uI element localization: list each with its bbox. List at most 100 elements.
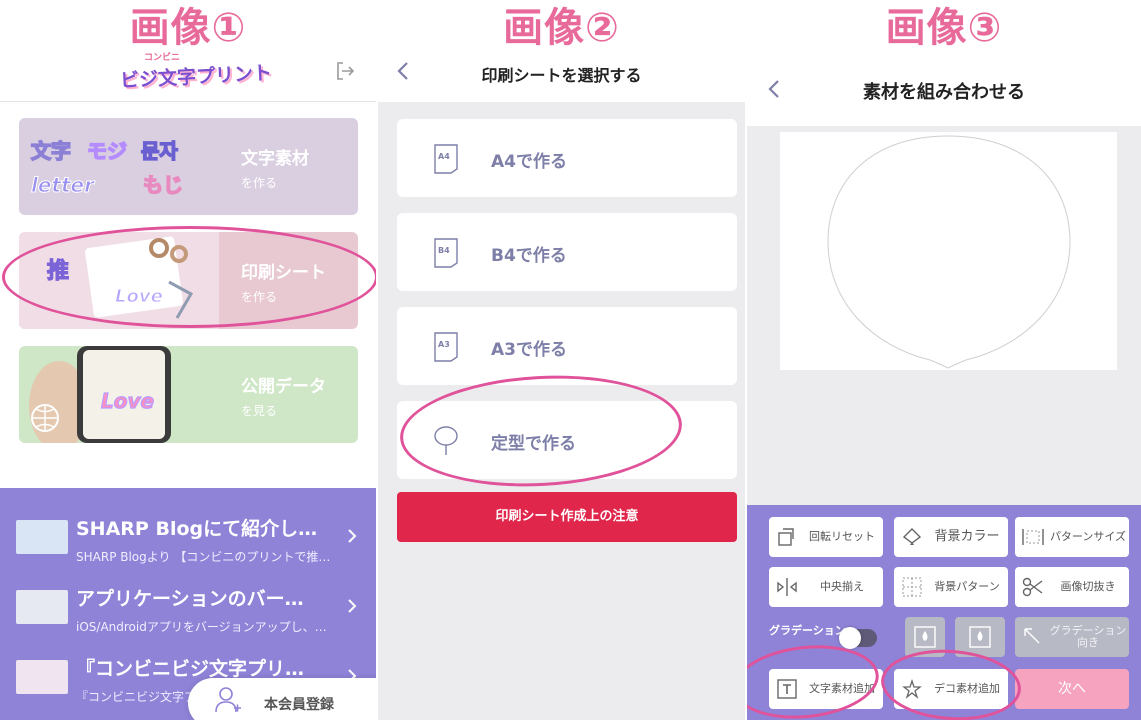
next-button[interactable]: 次へ [1015, 669, 1129, 709]
paper-size-label: A4 [438, 152, 450, 161]
paper-size-label: B4 [438, 246, 450, 255]
news-thumbnail [16, 660, 68, 694]
card-title: 文字素材 [241, 149, 309, 169]
gradient-drop-icon [969, 626, 991, 648]
scissors-icon [1022, 577, 1043, 597]
news-item[interactable]: SHARP Blogにて紹介し… SHARP Blogより 【コンビニのプリント… [0, 500, 376, 572]
app-logo: コンビニ ビジ文字プリント [118, 52, 274, 96]
card-subtitle: を作る [241, 176, 278, 190]
card-title: 印刷シート [241, 263, 326, 283]
news-item[interactable]: アプリケーションのバー… iOS/Androidアプリをバージョンアップし、… [0, 570, 376, 642]
print-notes-button[interactable]: 印刷シート作成上の注意 [397, 492, 737, 542]
screen-title: 素材を組み合わせる [863, 82, 1025, 103]
paper-a4-icon: A4 [434, 144, 458, 174]
caption-3: 画像③ [885, 5, 1003, 51]
art-word-5: もじ [143, 173, 183, 197]
paper-b4-icon: B4 [434, 238, 458, 268]
option-fixed-shape[interactable]: 定型で作る [397, 401, 737, 479]
rotate-icon [778, 528, 794, 546]
option-label: A3で作る [491, 340, 567, 360]
caption-2: 画像② [503, 5, 620, 51]
news-title: 『コンビニビジ文字プリ… [76, 658, 305, 680]
caption-1: 画像① [129, 5, 247, 51]
option-label: A4で作る [491, 152, 567, 172]
news-title: SHARP Blogにて紹介し… [76, 518, 318, 540]
background-pattern-button[interactable]: 背景パターン [894, 567, 1008, 607]
print-sheet-art: 推 Love [19, 232, 219, 329]
center-align-icon [777, 578, 797, 596]
card-title: 公開データ [241, 377, 326, 397]
background-color-button[interactable]: 背景カラー [894, 517, 1008, 557]
gradation-direction-button[interactable]: グラデーション向き [1015, 617, 1129, 657]
gradation-toggle[interactable] [839, 627, 877, 649]
image-crop-button[interactable]: 画像切抜き [1015, 567, 1129, 607]
option-a4[interactable]: A4 A4で作る [397, 119, 737, 197]
design-canvas[interactable] [780, 132, 1117, 370]
art-word-4: letter [31, 173, 95, 197]
pattern-icon [902, 577, 922, 597]
compose-screen: 素材を組み合わせる 画像③ 回転リセット 背景カラー パターンサイズ 中央揃え … [747, 0, 1141, 720]
paper-size-label: A3 [438, 340, 450, 349]
option-a3[interactable]: A3 A3で作る [397, 307, 737, 385]
option-b4[interactable]: B4 B4で作る [397, 213, 737, 291]
diagonal-arrow-icon [1024, 628, 1040, 644]
news-description: SHARP Blogより 【コンビニのプリントで推… [76, 550, 331, 564]
pattern-size-icon [1022, 529, 1044, 545]
button-label: 文字素材追加 [809, 682, 875, 695]
card-text-material[interactable]: 文字 モジ 문자 letter もじ 文字素材 を作る [19, 118, 358, 215]
sheet-select-screen: 印刷シートを選択する 画像② A4 A4で作る B4 B4で作る A3 A3で作… [378, 0, 745, 720]
art-word-2: モジ [87, 139, 127, 163]
uchiwa-outline [827, 135, 1071, 369]
tool-panel: 回転リセット 背景カラー パターンサイズ 中央揃え 背景パターン 画像切抜き グ… [747, 505, 1141, 720]
button-label: グラデーション向き [1049, 624, 1127, 649]
card-print-sheet[interactable]: 推 Love 印刷シート を作る [19, 232, 358, 329]
chevron-right-icon [348, 529, 357, 543]
add-deco-material-button[interactable]: デコ素材追加 [894, 669, 1008, 709]
logo-text: ビジ文字プリント [119, 62, 273, 92]
text-material-art: 文字 モジ 문자 letter もじ [30, 138, 184, 198]
center-align-button[interactable]: 中央揃え [769, 567, 883, 607]
button-label: デコ素材追加 [934, 682, 1000, 695]
deco-star-icon [902, 678, 922, 699]
toggle-knob [839, 627, 861, 649]
button-label: 画像切抜き [1060, 580, 1116, 593]
gradation-label: グラデーション [769, 624, 846, 637]
member-register-button[interactable]: 本会員登録 [188, 678, 376, 720]
add-user-icon [215, 687, 241, 713]
screen-title: 印刷シートを選択する [481, 66, 642, 85]
button-label: パターンサイズ [1049, 530, 1127, 543]
news-thumbnail [16, 520, 68, 554]
news-description: 『コンビニビジ文字プ [76, 690, 197, 704]
pattern-size-button[interactable]: パターンサイズ [1015, 517, 1129, 557]
art-word-love: Love [115, 286, 163, 307]
option-label: B4で作る [491, 246, 567, 266]
button-label: 回転リセット [809, 530, 875, 543]
card-subtitle: を見る [241, 404, 278, 418]
card-public-data[interactable]: Love 公開データ を見る [19, 346, 358, 443]
home-screen: コンビニ ビジ文字プリント 画像① 文字 モジ 문자 letter もじ 文字素… [0, 0, 376, 720]
text-box-icon [777, 679, 797, 699]
news-description: iOS/Androidアプリをバージョンアップし、… [76, 620, 327, 634]
button-label: 中央揃え [820, 580, 864, 593]
button-label: 背景パターン [934, 580, 1000, 593]
news-title: アプリケーションのバー… [76, 588, 304, 610]
button-label: 背景カラー [934, 529, 1000, 544]
gradation-style-button-1[interactable] [905, 617, 945, 657]
rotate-reset-button[interactable]: 回転リセット [769, 517, 883, 557]
uchiwa-fan-icon [434, 426, 458, 455]
option-label: 定型で作る [491, 434, 576, 454]
paper-a3-icon: A3 [434, 332, 458, 362]
art-word-3: 문자 [141, 139, 178, 163]
card-subtitle: を作る [241, 290, 278, 304]
art-word-love: Love [101, 389, 154, 413]
logout-icon[interactable] [334, 60, 356, 82]
public-data-art: Love [29, 346, 171, 443]
gradation-style-button-2[interactable] [955, 617, 1005, 657]
gradient-drop-icon [914, 626, 936, 648]
member-register-label: 本会員登録 [264, 697, 334, 713]
add-text-material-button[interactable]: 文字素材追加 [769, 669, 883, 709]
paint-bucket-icon [902, 528, 922, 545]
chevron-right-icon [348, 599, 357, 613]
news-thumbnail [16, 590, 68, 624]
art-word-oshi: 推 [47, 259, 69, 284]
